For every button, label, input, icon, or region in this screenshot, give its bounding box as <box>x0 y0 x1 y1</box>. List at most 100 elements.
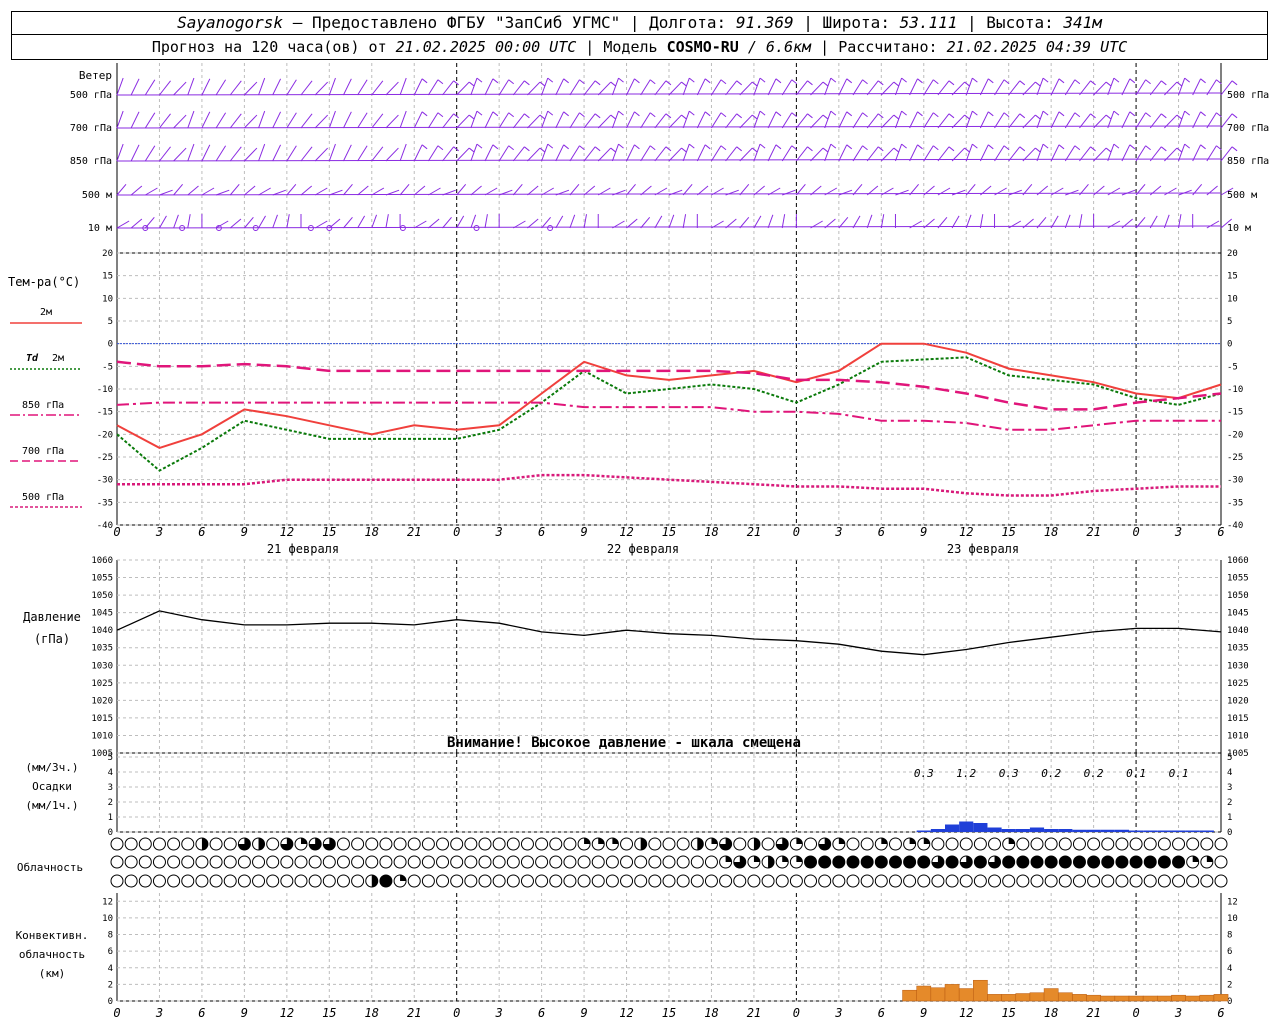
conv-tick-right: 6 <box>1227 947 1232 957</box>
wind-barb <box>244 114 258 129</box>
cloud-symbol-lower <box>1186 874 1200 888</box>
wind-barb <box>527 185 539 196</box>
time-tick-label-0: 6 <box>198 525 205 539</box>
time-tick-label-0: 21 <box>407 525 421 539</box>
wind-barb <box>130 218 143 229</box>
precip-bar <box>1001 829 1016 832</box>
wind-barb-feather <box>736 113 743 119</box>
wind-barb <box>994 112 1005 129</box>
wind-barb-feather <box>759 110 766 116</box>
cloud-symbol-middle <box>1058 855 1072 869</box>
cloud-symbol-lower <box>1016 874 1030 888</box>
wind-barb-feather <box>1105 81 1112 87</box>
precip-bar <box>1044 829 1059 832</box>
time-tick-label-0: 12 <box>280 525 294 539</box>
wind-barb-feather <box>775 78 782 84</box>
wind-barb <box>527 218 539 229</box>
wind-barb <box>215 220 229 229</box>
cloud-symbol-lower <box>294 874 308 888</box>
wind-level-right-0: 500 гПа <box>1227 90 1269 101</box>
wind-barb <box>258 143 266 162</box>
wind-barb <box>1178 143 1186 162</box>
cloud-symbol-upper <box>167 837 181 851</box>
wind-barb <box>258 77 266 96</box>
wind-barb <box>187 143 195 162</box>
wind-barb <box>456 215 465 229</box>
wind-barb-feather <box>1090 146 1096 152</box>
wind-barb <box>328 77 336 96</box>
cloud-symbol-middle <box>662 855 676 869</box>
wind-barb <box>385 214 389 229</box>
time-tick-label-1: 0 <box>113 1006 120 1020</box>
wind-barb <box>357 215 366 229</box>
wind-barb-feather <box>1161 113 1167 119</box>
conv-tick-right: 12 <box>1227 897 1238 907</box>
wind-barb <box>428 218 440 229</box>
cloud-fill-lower <box>400 875 407 881</box>
wind-barb-feather <box>1231 80 1238 86</box>
wind-barb-feather <box>822 81 829 87</box>
wind-barb <box>527 81 541 96</box>
wind-barb-feather <box>948 146 955 152</box>
wind-barb-feather <box>917 111 923 117</box>
wind-barb-feather <box>610 81 617 87</box>
cloud-symbol-lower <box>959 874 973 888</box>
legend-label-t2m: 2м <box>40 307 52 318</box>
wind-barb <box>187 185 199 196</box>
pressure-tick-right: 1040 <box>1227 626 1249 636</box>
wind-barb <box>286 145 297 162</box>
wind-barb <box>979 78 989 96</box>
wind-barb-feather <box>775 144 782 150</box>
temp-tick-right: -30 <box>1227 476 1243 486</box>
precip-bar <box>945 824 960 832</box>
conv-bar <box>1057 992 1073 1002</box>
wind-barb <box>484 144 494 162</box>
temp-tick-right: -25 <box>1227 453 1243 463</box>
cloud-symbol-upper <box>379 837 393 851</box>
cloud-symbol-middle <box>266 855 280 869</box>
time-tick-label-1: 3 <box>1174 1006 1182 1020</box>
wind-barb <box>385 147 399 162</box>
wind-barb <box>470 185 482 196</box>
wind-barb-feather <box>665 80 672 86</box>
cloud-symbol-lower <box>1044 874 1058 888</box>
wind-barb <box>258 110 266 129</box>
wind-barb-feather <box>877 146 884 152</box>
wind-barb <box>130 144 140 162</box>
wind-barb <box>894 143 903 162</box>
wind-barb <box>300 146 313 162</box>
wind-barb <box>838 111 848 129</box>
wind-barb <box>753 143 761 162</box>
wind-barb-feather <box>751 147 758 153</box>
wind-barb <box>937 146 950 162</box>
cloud-symbol-lower <box>1087 874 1101 888</box>
wind-barb <box>711 112 722 129</box>
cloud-symbol-lower <box>280 874 294 888</box>
wind-barb <box>696 78 706 96</box>
cloud-symbol-lower <box>124 874 138 888</box>
wind-barb <box>739 81 753 96</box>
precip-bar <box>987 827 1002 832</box>
wind-barb-feather <box>1090 113 1096 119</box>
cloud-symbol-lower <box>620 874 634 888</box>
temp-tick-left: 10 <box>102 294 113 304</box>
wind-barb <box>159 80 171 96</box>
cloud-symbol-middle <box>577 855 591 869</box>
wind-barb-feather <box>932 145 939 151</box>
wind-barb <box>314 114 329 129</box>
wind-barb-feather <box>1035 114 1041 120</box>
wind-barbs-layer <box>116 77 1238 231</box>
wind-barb <box>300 113 313 129</box>
pressure-unit: (гПа) <box>34 632 70 646</box>
cloud-fill-upper <box>711 838 718 844</box>
wind-barb <box>512 113 525 129</box>
precip-tick-left: 3 <box>108 783 113 793</box>
cloud-symbol-upper <box>407 837 421 851</box>
wind-barb <box>668 81 682 96</box>
wind-barb <box>739 114 753 129</box>
cloud-symbols-layer <box>110 837 1228 888</box>
wind-barb-feather <box>1145 79 1151 85</box>
wind-barb-feather <box>964 147 970 153</box>
wind-barb <box>314 187 328 196</box>
wind-barb <box>725 113 738 129</box>
